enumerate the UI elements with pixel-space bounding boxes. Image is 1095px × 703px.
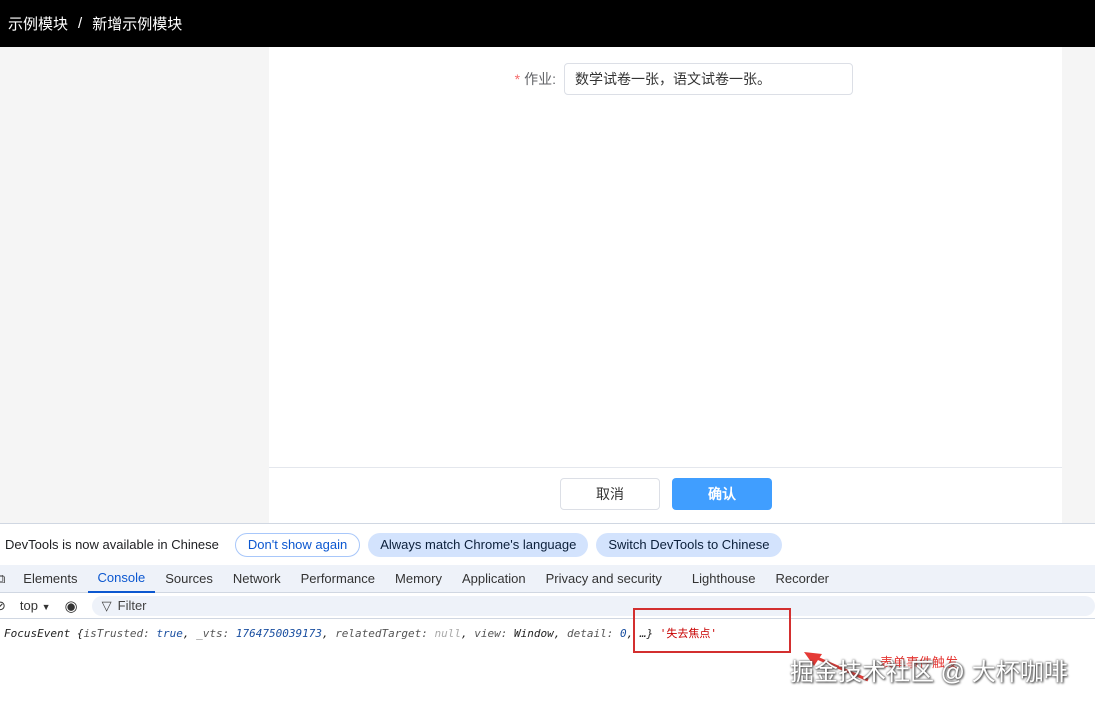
- tab-elements[interactable]: Elements: [13, 565, 87, 593]
- log-value: null: [434, 627, 462, 640]
- watermark: 掘金技术社区 @ 大杯咖啡: [790, 659, 1068, 686]
- language-notice: DevTools is now available in Chinese Don…: [0, 524, 1095, 565]
- log-value: 0: [620, 627, 627, 640]
- log-part: FocusEvent {: [4, 627, 84, 640]
- breadcrumb-current: 新增示例模块: [92, 16, 183, 33]
- eye-icon[interactable]: ◉: [65, 597, 78, 615]
- filter-input[interactable]: ▽ Filter: [91, 595, 1095, 616]
- console-toolbar: ⊘ top ▼ ◉ ▽ Filter: [0, 593, 1095, 619]
- homework-field: * 作业: 数学试卷一张，语文试卷一张。: [509, 63, 853, 95]
- log-value: 1764750039173: [235, 627, 322, 640]
- tab-lighthouse[interactable]: Lighthouse: [682, 565, 766, 593]
- tab-performance[interactable]: Performance: [291, 565, 385, 593]
- required-mark: *: [514, 71, 521, 87]
- devtools-tabs: ⧉ Elements Console Sources Network Perfo…: [0, 565, 1095, 593]
- breadcrumb-root[interactable]: 示例模块: [8, 13, 68, 34]
- console-log-entry[interactable]: FocusEvent {isTrusted: true, _vts: 17647…: [0, 619, 1095, 647]
- breadcrumb: 示例模块 / 新增示例模块: [0, 0, 1095, 47]
- always-match-language-button[interactable]: Always match Chrome's language: [368, 532, 589, 557]
- homework-input[interactable]: 数学试卷一张，语文试卷一张。: [564, 63, 853, 95]
- homework-label-text: 作业:: [524, 71, 556, 87]
- tab-memory[interactable]: Memory: [385, 565, 452, 593]
- tab-console[interactable]: Console: [87, 565, 156, 593]
- tab-sources[interactable]: Sources: [155, 565, 223, 593]
- notice-text: DevTools is now available in Chinese: [5, 537, 219, 552]
- tab-recorder[interactable]: Recorder: [766, 565, 839, 593]
- homework-label: * 作业:: [509, 69, 564, 89]
- log-value: Window: [514, 627, 554, 640]
- tab-application[interactable]: Application: [452, 565, 536, 593]
- log-key: detail:: [567, 627, 621, 640]
- log-key: _vts:: [196, 627, 236, 640]
- page-background: * 作业: 数学试卷一张，语文试卷一张。 取消 确认: [0, 47, 1095, 523]
- tab-network[interactable]: Network: [223, 565, 291, 593]
- log-part: ,: [553, 627, 568, 640]
- log-value: true: [156, 627, 183, 640]
- log-key: view:: [474, 627, 515, 640]
- form-footer: 取消 确认: [269, 467, 1062, 523]
- log-part: ,: [182, 627, 197, 640]
- dropdown-arrow-icon: ▼: [41, 602, 51, 612]
- switch-to-chinese-button[interactable]: Switch DevTools to Chinese: [596, 532, 782, 557]
- log-part: ,: [461, 627, 475, 640]
- highlight-box: [633, 608, 791, 653]
- confirm-button[interactable]: 确认: [672, 478, 772, 510]
- log-key: isTrusted:: [83, 627, 157, 640]
- filter-icon: ▽: [101, 597, 112, 613]
- clear-console-icon[interactable]: ⊘: [0, 598, 6, 614]
- filter-placeholder: Filter: [117, 598, 147, 613]
- form-card: * 作业: 数学试卷一张，语文试卷一张。 取消 确认: [269, 47, 1062, 523]
- context-value: top: [19, 598, 38, 613]
- log-key: relatedTarget:: [335, 627, 435, 640]
- context-select[interactable]: top ▼: [20, 598, 51, 613]
- breadcrumb-separator: /: [78, 15, 83, 32]
- cancel-button[interactable]: 取消: [560, 478, 660, 510]
- log-part: ,: [321, 627, 336, 640]
- dont-show-again-button[interactable]: Don't show again: [234, 532, 361, 557]
- tab-privacy-security[interactable]: Privacy and security: [536, 565, 672, 593]
- device-toolbar-icon[interactable]: ⧉: [0, 565, 13, 593]
